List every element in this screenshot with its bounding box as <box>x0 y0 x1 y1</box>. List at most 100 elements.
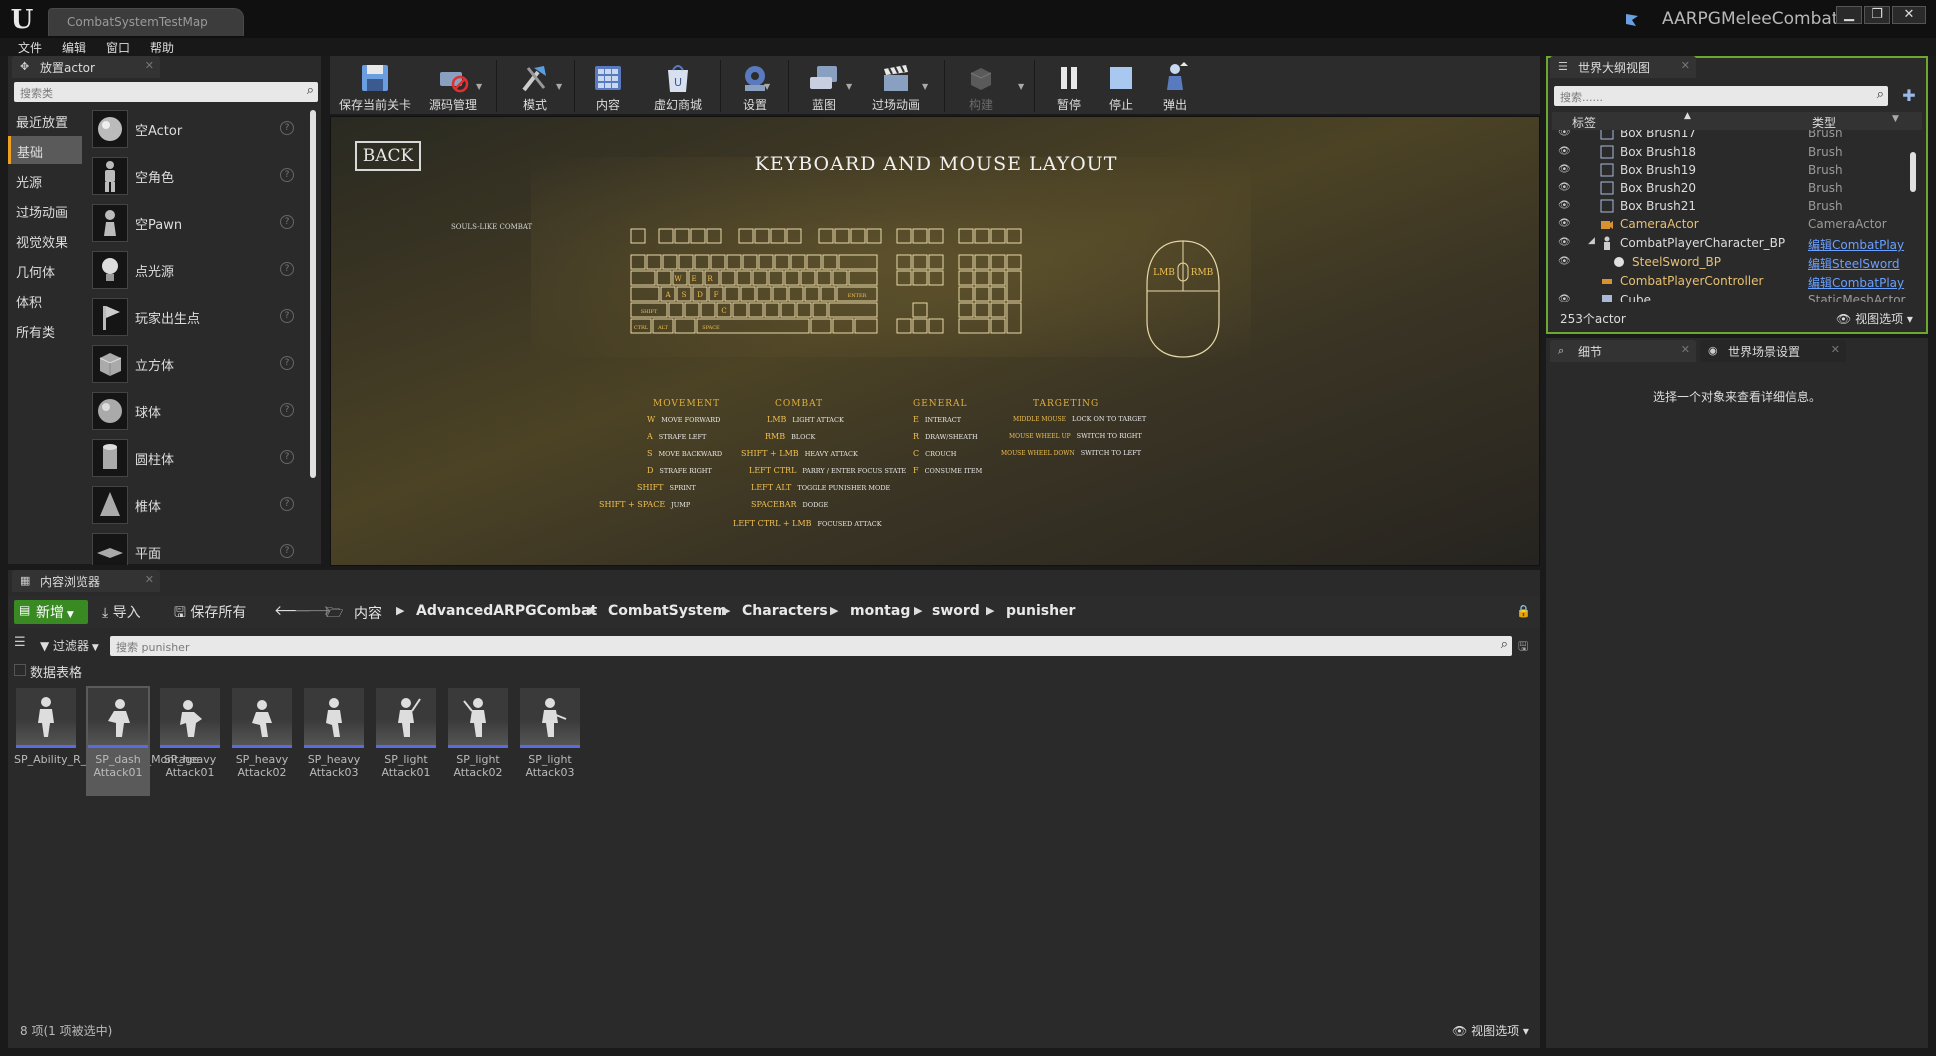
menu-help[interactable]: 帮助 <box>150 39 174 56</box>
actor-point-light[interactable]: 点光源 ? <box>90 249 304 295</box>
help-icon[interactable]: ? <box>280 168 294 182</box>
visibility-eye-icon[interactable]: 👁 <box>1558 146 1571 157</box>
actor-player-start[interactable]: 玩家出生点 ? <box>90 296 304 342</box>
asset-tile[interactable]: SP_Ability_R_Intro_Anim_Montage <box>14 686 199 796</box>
close-button[interactable]: ✕ <box>1892 6 1926 24</box>
outliner-row[interactable]: 👁 Cube StaticMeshActor <box>1552 291 1910 302</box>
unreal-logo-icon[interactable]: U <box>8 6 36 34</box>
breadcrumb-montag[interactable]: montag <box>850 603 910 619</box>
category-basic[interactable]: 基础 <box>8 136 82 164</box>
filters-button[interactable]: ▼ 过滤器 ▼ <box>40 637 99 654</box>
breadcrumb-separator-icon[interactable]: ▶ <box>830 604 838 617</box>
menu-file[interactable]: 文件 <box>18 39 42 56</box>
outliner-row[interactable]: 👁 Box Brush18 Brush <box>1552 143 1910 162</box>
outliner-row[interactable]: 👁 Box Brush19 Brush <box>1552 161 1910 180</box>
close-tab-icon[interactable]: ✕ <box>145 59 154 72</box>
world-outliner-tab[interactable]: ☰ 世界大纲视图 ✕ <box>1550 56 1696 78</box>
chevron-down-icon[interactable]: ▼ <box>556 82 562 91</box>
marketplace-button[interactable]: U 虚幻商城 <box>640 60 716 114</box>
chevron-down-icon[interactable]: ▼ <box>476 82 482 91</box>
breadcrumb-sword[interactable]: sword <box>932 603 980 619</box>
visibility-eye-icon[interactable]: 👁 <box>1558 294 1571 302</box>
column-type[interactable]: 类型 <box>1812 114 1836 131</box>
outliner-row[interactable]: 👁 ◢ CombatPlayerCharacter_BP 编辑CombatPlay <box>1552 234 1910 253</box>
category-recent[interactable]: 最近放置 <box>8 106 82 134</box>
content-button[interactable]: 内容 <box>578 60 638 114</box>
outliner-row[interactable]: 👁 SteelSword_BP 编辑SteelSword <box>1552 253 1910 272</box>
column-label[interactable]: 标签 <box>1572 114 1596 131</box>
actor-cone[interactable]: 椎体 ? <box>90 484 304 530</box>
add-folder-icon[interactable]: ✚ <box>1898 86 1920 106</box>
place-actors-scrollbar[interactable] <box>310 110 316 478</box>
menu-edit[interactable]: 编辑 <box>62 39 86 56</box>
actor-empty-pawn[interactable]: 空Pawn ? <box>90 202 304 248</box>
search-icon[interactable]: ⌕ <box>307 83 314 98</box>
outliner-view-options[interactable]: 👁 视图选项 ▾ <box>1836 310 1913 327</box>
expand-arrow-icon[interactable]: ◢ <box>1588 236 1595 246</box>
asset-tile[interactable]: SP_light Attack02 <box>446 686 510 796</box>
pause-button[interactable]: 暂停 <box>1042 60 1096 114</box>
place-actors-tab[interactable]: ✥ 放置actor ✕ <box>12 56 160 78</box>
breadcrumb-separator-icon[interactable]: ▶ <box>588 604 596 617</box>
help-icon[interactable]: ? <box>280 309 294 323</box>
actor-empty-character[interactable]: 空角色 ? <box>90 155 304 201</box>
data-table-checkbox[interactable] <box>14 664 26 676</box>
asset-tile[interactable]: SP_heavy Attack02 <box>230 686 294 796</box>
help-icon[interactable]: ? <box>280 262 294 276</box>
help-icon[interactable]: ? <box>280 450 294 464</box>
outliner-row[interactable]: 👁 Box Brush21 Brush <box>1552 197 1910 216</box>
category-visual-effects[interactable]: 视觉效果 <box>8 226 82 254</box>
content-search[interactable]: 搜索 punisher ⌕ <box>110 636 1512 656</box>
world-settings-tab[interactable]: ◉ 世界场景设置 ✕ <box>1700 340 1846 362</box>
import-button[interactable]: ⤓ 导入 <box>102 602 141 622</box>
help-icon[interactable]: ? <box>280 403 294 417</box>
lock-icon[interactable]: 🔒 <box>1516 604 1531 618</box>
chevron-down-icon[interactable]: ▼ <box>1892 114 1899 124</box>
content-browser-view-options[interactable]: 👁 视图选项 ▾ <box>1452 1022 1529 1039</box>
asset-tile[interactable]: SP_heavy Attack01 <box>158 686 222 796</box>
breadcrumb-combatsystem[interactable]: CombatSystem <box>608 603 727 619</box>
visibility-eye-icon[interactable]: 👁 <box>1558 182 1571 193</box>
save-search-icon[interactable]: 🖫 <box>1518 637 1528 658</box>
visibility-eye-icon[interactable]: 👁 <box>1558 218 1571 229</box>
outliner-search[interactable]: 搜索...... ⌕ <box>1554 86 1888 106</box>
maximize-button[interactable]: ❐ <box>1864 6 1890 24</box>
actor-empty-actor[interactable]: 空Actor ? <box>90 108 304 154</box>
search-icon[interactable]: ⌕ <box>1501 637 1508 652</box>
help-icon[interactable]: ? <box>280 356 294 370</box>
chevron-down-icon[interactable]: ▼ <box>764 82 770 91</box>
stop-button[interactable]: 停止 <box>1096 60 1146 114</box>
menu-window[interactable]: 窗口 <box>106 39 130 56</box>
category-cinematic[interactable]: 过场动画 <box>8 196 82 224</box>
breadcrumb-separator-icon[interactable]: ▶ <box>986 604 994 617</box>
search-icon[interactable]: ⌕ <box>1877 87 1884 102</box>
close-tab-icon[interactable]: ✕ <box>145 573 154 586</box>
help-icon[interactable]: ? <box>280 497 294 511</box>
asset-tile[interactable]: SP_heavy Attack03 <box>302 686 366 796</box>
actor-plane[interactable]: 平面 ? <box>90 531 304 565</box>
actor-sphere[interactable]: 球体 ? <box>90 390 304 436</box>
asset-tile[interactable]: SP_light Attack03 <box>518 686 582 796</box>
content-browser-tab[interactable]: ▦ 内容浏览器 ✕ <box>12 570 160 592</box>
outliner-row[interactable]: 👁 Box Brush17 Brush <box>1552 130 1910 143</box>
breadcrumb-punisher[interactable]: punisher <box>1006 603 1075 619</box>
help-icon[interactable]: ? <box>280 544 294 558</box>
breadcrumb-separator-icon[interactable]: ▶ <box>722 604 730 617</box>
visibility-eye-icon[interactable]: 👁 <box>1558 164 1571 175</box>
visibility-eye-icon[interactable]: 👁 <box>1558 130 1571 138</box>
save-all-button[interactable]: 🖫 保存所有 <box>174 602 246 626</box>
outliner-row[interactable]: CombatPlayerController 编辑CombatPlay <box>1552 272 1910 291</box>
visibility-eye-icon[interactable]: 👁 <box>1558 256 1571 267</box>
settings-button[interactable]: 设置 <box>724 60 786 114</box>
breadcrumb-separator-icon[interactable]: ▶ <box>914 604 922 617</box>
category-lights[interactable]: 光源 <box>8 166 82 194</box>
help-icon[interactable]: ? <box>280 215 294 229</box>
category-all-classes[interactable]: 所有类 <box>8 316 82 344</box>
level-viewport[interactable]: BACK KEYBOARD AND MOUSE LAYOUT SOULS-LIK… <box>330 116 1540 566</box>
help-icon[interactable]: ? <box>280 121 294 135</box>
actor-cube[interactable]: 立方体 ? <box>90 343 304 389</box>
chevron-down-icon[interactable]: ▼ <box>846 82 852 91</box>
close-tab-icon[interactable]: ✕ <box>1831 343 1840 356</box>
visibility-eye-icon[interactable]: 👁 <box>1558 200 1571 211</box>
outliner-row[interactable]: 👁 Box Brush20 Brush <box>1552 179 1910 198</box>
